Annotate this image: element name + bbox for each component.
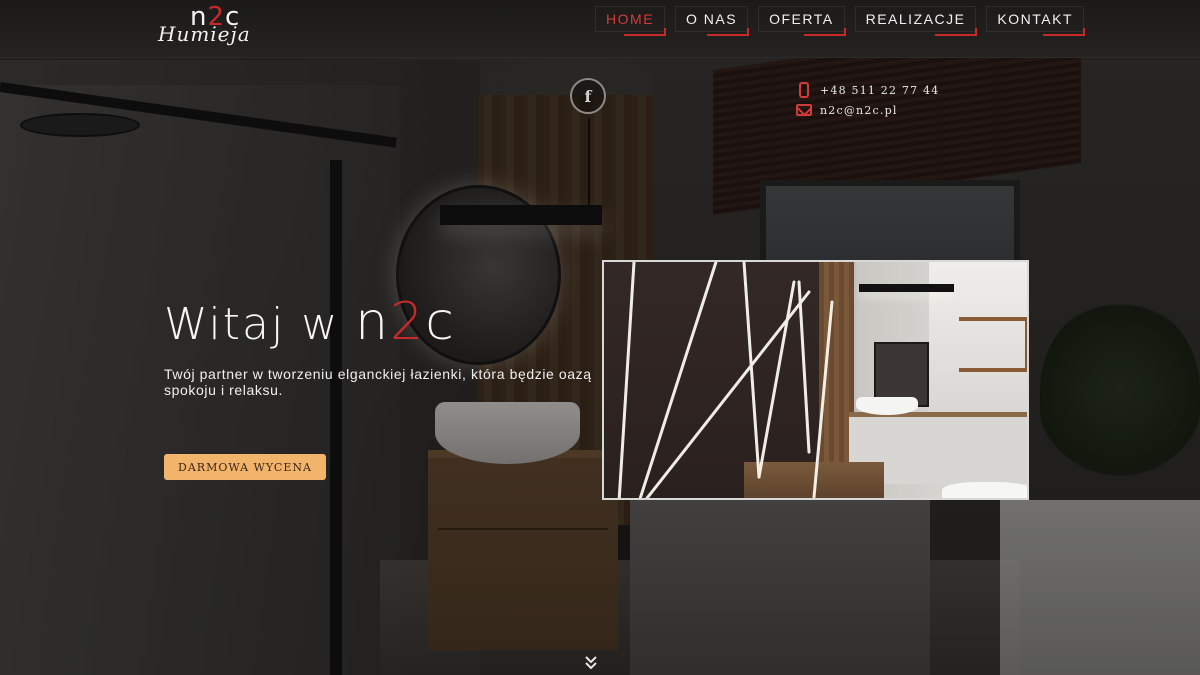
nav-item-home[interactable]: HOME — [595, 6, 667, 36]
nav-item-kontakt[interactable]: KONTAKT — [986, 6, 1085, 36]
nav-item-realizacje[interactable]: REALIZACJE — [854, 6, 978, 36]
hero-title: Witaj w n2c — [164, 292, 456, 352]
logo-script-name: Humieja — [158, 22, 251, 46]
free-quote-button[interactable]: DARMOWA WYCENA — [164, 454, 326, 480]
hero-title-brand: n2c — [355, 292, 456, 352]
phone-icon — [799, 82, 809, 98]
hero-subtitle: Twój partner w tworzeniu elganckiej łazi… — [164, 366, 592, 398]
contact-phone[interactable]: +48 511 22 77 44 — [796, 80, 939, 100]
phone-number: +48 511 22 77 44 — [820, 83, 940, 97]
main-nav: HOME O NAS OFERTA REALIZACJE KONTAKT — [595, 6, 1085, 36]
facebook-icon[interactable]: f — [570, 78, 606, 114]
double-chevron-down-icon[interactable] — [583, 655, 599, 671]
facebook-glyph: f — [584, 86, 592, 106]
site-logo[interactable]: n2c Humieja — [158, 2, 263, 50]
nav-item-o-nas[interactable]: O NAS — [675, 6, 750, 36]
featured-bathroom-photo[interactable] — [602, 260, 1029, 500]
email-address: n2c@n2c.pl — [820, 103, 898, 117]
led-light-strips — [617, 262, 834, 498]
site-header: n2c Humieja HOME O NAS OFERTA REALIZACJE… — [0, 0, 1200, 58]
nav-item-oferta[interactable]: OFERTA — [758, 6, 846, 36]
hero-title-prefix: Witaj w — [164, 299, 356, 350]
contact-email[interactable]: n2c@n2c.pl — [796, 100, 939, 120]
contact-info: +48 511 22 77 44 n2c@n2c.pl — [796, 80, 939, 120]
mail-icon — [796, 104, 812, 116]
